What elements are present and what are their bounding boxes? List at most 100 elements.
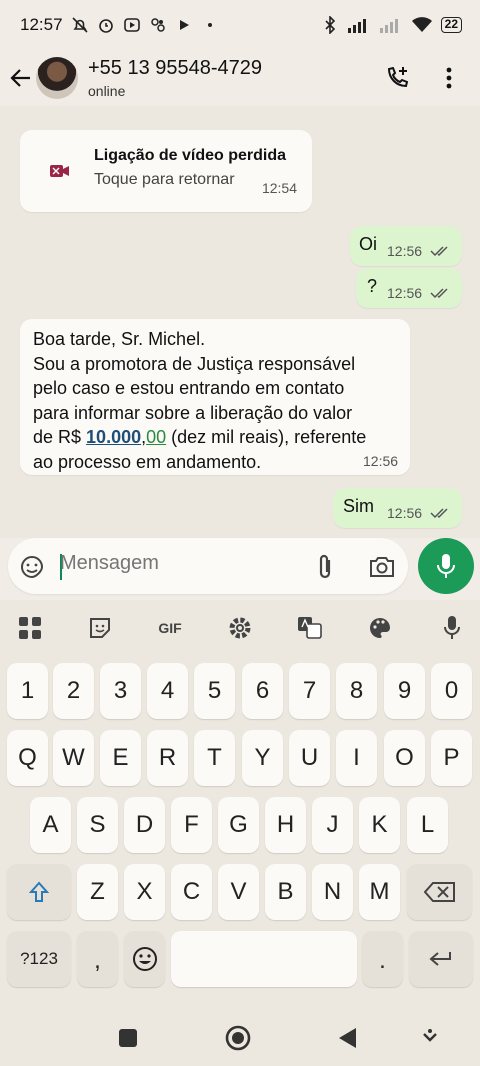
amount-link[interactable]: 10.000: [86, 427, 141, 447]
status-time: 12:57: [20, 15, 63, 34]
key-4[interactable]: 4: [147, 663, 188, 719]
voice-typing-icon[interactable]: [438, 614, 466, 642]
chat-area[interactable]: Ligação de vídeo perdida Toque para reto…: [0, 106, 480, 538]
apps-grid-icon[interactable]: [16, 614, 44, 642]
outgoing-message[interactable]: Oi 12:56: [350, 226, 462, 266]
key-j[interactable]: J: [312, 797, 353, 853]
more-options-button[interactable]: [436, 65, 462, 91]
key-9[interactable]: 9: [384, 663, 425, 719]
camera-icon: [370, 557, 394, 577]
key-t[interactable]: T: [194, 730, 235, 786]
backspace-icon: [423, 882, 455, 902]
key-d[interactable]: D: [124, 797, 165, 853]
key-l[interactable]: L: [407, 797, 448, 853]
space-bar[interactable]: [171, 931, 357, 987]
key-f[interactable]: F: [171, 797, 212, 853]
add-call-button[interactable]: [384, 65, 410, 91]
incoming-message[interactable]: Boa tarde, Sr. Michel. Sou a promotora d…: [20, 319, 410, 475]
key-8[interactable]: 8: [336, 663, 377, 719]
status-bar: 12:57 22: [0, 0, 480, 50]
attach-button[interactable]: [312, 552, 338, 582]
key-1[interactable]: 1: [7, 663, 48, 719]
shift-key[interactable]: [7, 864, 71, 920]
emoji-smile-icon: [132, 947, 157, 971]
key-6[interactable]: 6: [242, 663, 283, 719]
comma-key[interactable]: ,: [77, 931, 118, 987]
key-z[interactable]: Z: [77, 864, 118, 920]
key-x[interactable]: X: [124, 864, 165, 920]
contact-status: online: [88, 83, 126, 99]
outgoing-message[interactable]: Sim 12:56: [333, 488, 462, 528]
sticker-button[interactable]: [18, 553, 46, 581]
message-line: para informar sobre a liberação do valor: [33, 402, 353, 423]
key-r[interactable]: R: [147, 730, 188, 786]
back-button[interactable]: [8, 65, 34, 91]
message-text: ?: [367, 276, 378, 296]
key-p[interactable]: P: [431, 730, 472, 786]
voice-record-button[interactable]: [418, 538, 474, 594]
key-2[interactable]: 2: [53, 663, 94, 719]
alarm-icon: [97, 16, 115, 34]
back-triangle-icon: [339, 1028, 356, 1048]
emoji-key[interactable]: [124, 931, 165, 987]
missed-call-title: Ligação de vídeo perdida: [94, 147, 287, 164]
read-ticks-icon: [430, 288, 448, 299]
key-w[interactable]: W: [53, 730, 94, 786]
message-text: Oi: [359, 234, 377, 254]
media-app-icon: [123, 16, 141, 34]
gif-button[interactable]: GIF: [152, 614, 188, 642]
missed-video-call-bubble[interactable]: Ligação de vídeo perdida Toque para reto…: [20, 130, 312, 212]
key-s[interactable]: S: [77, 797, 118, 853]
key-c[interactable]: C: [171, 864, 212, 920]
settings-gear-icon[interactable]: [226, 614, 254, 642]
key-y[interactable]: Y: [242, 730, 283, 786]
key-h[interactable]: H: [265, 797, 306, 853]
key-m[interactable]: M: [359, 864, 400, 920]
message-line: pelo caso e estou entrando em contato: [33, 378, 345, 398]
key-b[interactable]: B: [265, 864, 306, 920]
outgoing-message[interactable]: ? 12:56: [356, 268, 462, 308]
symbols-key[interactable]: ?123: [7, 931, 71, 987]
sticker-smile-icon: [20, 556, 44, 579]
dot-icon: [201, 16, 219, 34]
key-0[interactable]: 0: [431, 663, 472, 719]
key-g[interactable]: G: [218, 797, 259, 853]
recents-button[interactable]: [114, 1024, 142, 1052]
mute-notifications-icon: [71, 16, 89, 34]
translate-icon[interactable]: [296, 614, 324, 642]
period-key[interactable]: .: [362, 931, 403, 987]
amount-decimal-link[interactable]: 00: [146, 427, 166, 447]
sticker-icon[interactable]: [86, 614, 114, 642]
message-line: Sou a promotora de Justiça responsável: [33, 353, 356, 374]
wifi-icon: [411, 16, 433, 34]
backspace-key[interactable]: [407, 864, 472, 920]
key-q[interactable]: Q: [7, 730, 48, 786]
message-time: 12:56: [387, 243, 423, 259]
contact-info[interactable]: +55 13 95548-4729 online: [88, 57, 262, 99]
theme-palette-icon[interactable]: [366, 614, 394, 642]
key-a[interactable]: A: [30, 797, 71, 853]
recents-square-icon: [119, 1029, 137, 1047]
bluetooth-icon: [321, 16, 339, 34]
camera-button[interactable]: [368, 554, 396, 580]
key-e[interactable]: E: [100, 730, 141, 786]
message-input[interactable]: [60, 552, 290, 575]
key-k[interactable]: K: [359, 797, 400, 853]
back-nav-button[interactable]: [334, 1024, 362, 1052]
arrow-left-icon: [10, 69, 30, 87]
message-time: 12:56: [387, 285, 423, 301]
key-3[interactable]: 3: [100, 663, 141, 719]
enter-key[interactable]: [409, 931, 473, 987]
key-n[interactable]: N: [312, 864, 353, 920]
key-5[interactable]: 5: [194, 663, 235, 719]
key-u[interactable]: U: [289, 730, 330, 786]
read-ticks-icon: [430, 246, 448, 257]
home-circle-icon: [225, 1025, 251, 1051]
key-v[interactable]: V: [218, 864, 259, 920]
key-i[interactable]: I: [336, 730, 377, 786]
home-button[interactable]: [224, 1024, 252, 1052]
key-o[interactable]: O: [384, 730, 425, 786]
key-7[interactable]: 7: [289, 663, 330, 719]
hide-keyboard-button[interactable]: [416, 1024, 444, 1052]
avatar[interactable]: [36, 57, 78, 99]
